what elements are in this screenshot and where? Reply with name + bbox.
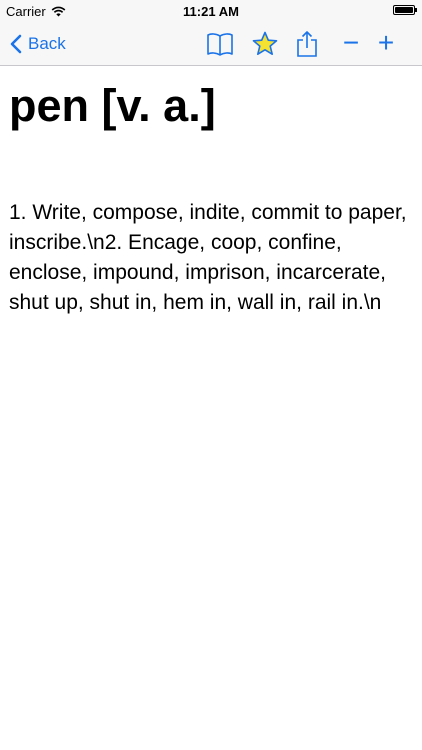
share-icon [297,31,317,57]
book-icon [207,33,233,56]
star-icon [252,31,278,55]
entry-content: pen [v. a.] 1. Write, compose, indite, c… [9,80,413,318]
navigation-bar: Back − + [0,22,422,66]
status-bar: Carrier 11:21 AM [0,0,422,22]
battery-icon [393,5,417,15]
share-button[interactable] [292,29,322,59]
bookmarks-button[interactable] [205,29,235,59]
back-button[interactable]: Back [10,30,66,58]
zoom-out-button[interactable]: − [337,27,365,59]
chevron-left-icon [10,34,22,54]
status-time: 11:21 AM [183,4,239,19]
zoom-in-button[interactable]: + [372,27,400,59]
back-label: Back [28,34,66,53]
headword: pen [v. a.] [9,80,216,131]
favorite-button[interactable] [250,29,280,59]
definition-text: 1. Write, compose, indite, commit to pap… [9,201,407,314]
